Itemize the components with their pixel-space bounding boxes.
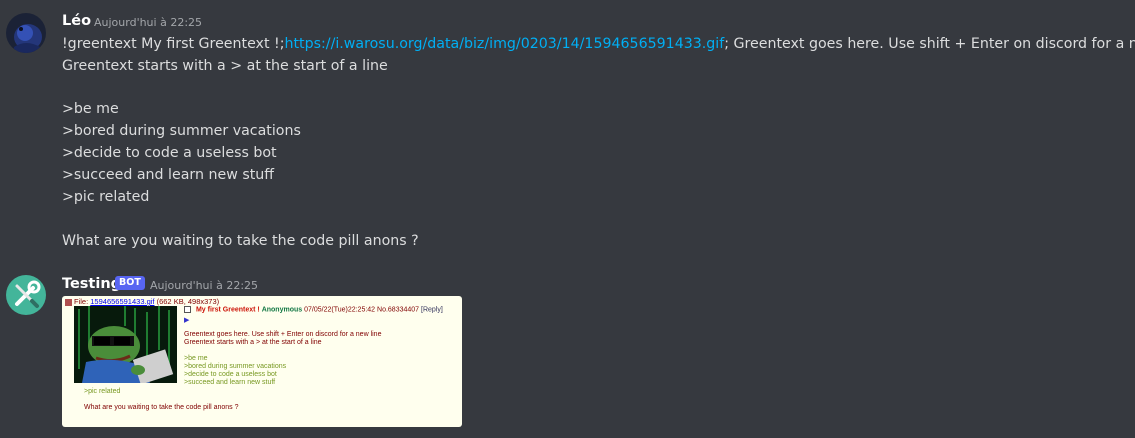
- post-body-line-1: Greentext goes here. Use shift + Enter o…: [184, 331, 382, 338]
- file-icon: [65, 298, 72, 306]
- message-line-bored: >bored during summer vacations: [62, 123, 301, 139]
- wrench-screwdriver-avatar-icon: [6, 275, 46, 315]
- post-checkbox[interactable]: [184, 306, 191, 313]
- message-line-decide: >decide to code a useless bot: [62, 145, 277, 161]
- message-line-1: !greentext My first Greentext !;https://…: [62, 34, 1135, 54]
- post-body-line-2: Greentext starts with a > at the start o…: [184, 339, 322, 346]
- gif-link[interactable]: https://i.warosu.org/data/biz/img/0203/1…: [285, 36, 725, 52]
- file-name-link[interactable]: 1594656591433.gif: [90, 297, 154, 306]
- greentext-image-embed[interactable]: File: 1594656591433.gif (662 KB, 498x373…: [62, 296, 462, 427]
- message-line-succeed: >succeed and learn new stuff: [62, 167, 275, 183]
- avatar-bot[interactable]: [6, 275, 46, 315]
- bot-badge: BOT: [115, 276, 145, 290]
- expand-arrow-icon[interactable]: ▶: [184, 316, 189, 324]
- timestamp-bot: Aujourd'hui à 22:25: [150, 279, 259, 292]
- command-text: !greentext My first Greentext !;: [62, 36, 285, 52]
- message-line-closing: What are you waiting to take the code pi…: [62, 233, 419, 249]
- post-subject: My first Greentext !: [195, 306, 260, 314]
- username-bot[interactable]: Testing: [62, 276, 121, 292]
- reply-link[interactable]: [Reply]: [421, 306, 443, 313]
- post-date-number: 07/05/22(Tue)22:25:42 No.68334407: [304, 306, 420, 314]
- poster-name: Anonymous: [261, 306, 303, 314]
- avatar-leo[interactable]: [6, 13, 46, 53]
- blue-creature-avatar-icon: [6, 13, 46, 53]
- file-info: File: 1594656591433.gif (662 KB, 498x373…: [65, 297, 219, 306]
- message-line-2: Greentext starts with a > at the start o…: [62, 58, 388, 74]
- message-line-pic: >pic related: [62, 189, 150, 205]
- file-meta: (662 KB, 498x373): [156, 297, 220, 306]
- pepe-thumbnail-image[interactable]: [74, 306, 177, 383]
- post-header: My first Greentext ! Anonymous 07/05/22(…: [184, 306, 443, 313]
- greentext-line-4: >succeed and learn new stuff: [184, 379, 276, 386]
- greentext-line-3: >decide to code a useless bot: [184, 371, 277, 378]
- timestamp-leo: Aujourd'hui à 22:25: [94, 16, 203, 29]
- greentext-pic-related: >pic related: [84, 388, 121, 395]
- username-leo[interactable]: Léo: [62, 13, 91, 29]
- command-text-suffix: ; Greentext goes here. Use shift + Enter…: [724, 36, 1135, 52]
- message-line-be-me: >be me: [62, 101, 119, 117]
- greentext-line-1: >be me: [184, 355, 208, 362]
- file-label: File:: [74, 297, 89, 306]
- pepe-hacker-image: [74, 306, 177, 383]
- greentext-line-2: >bored during summer vacations: [184, 363, 287, 370]
- post-closing-line: What are you waiting to take the code pi…: [84, 404, 239, 411]
